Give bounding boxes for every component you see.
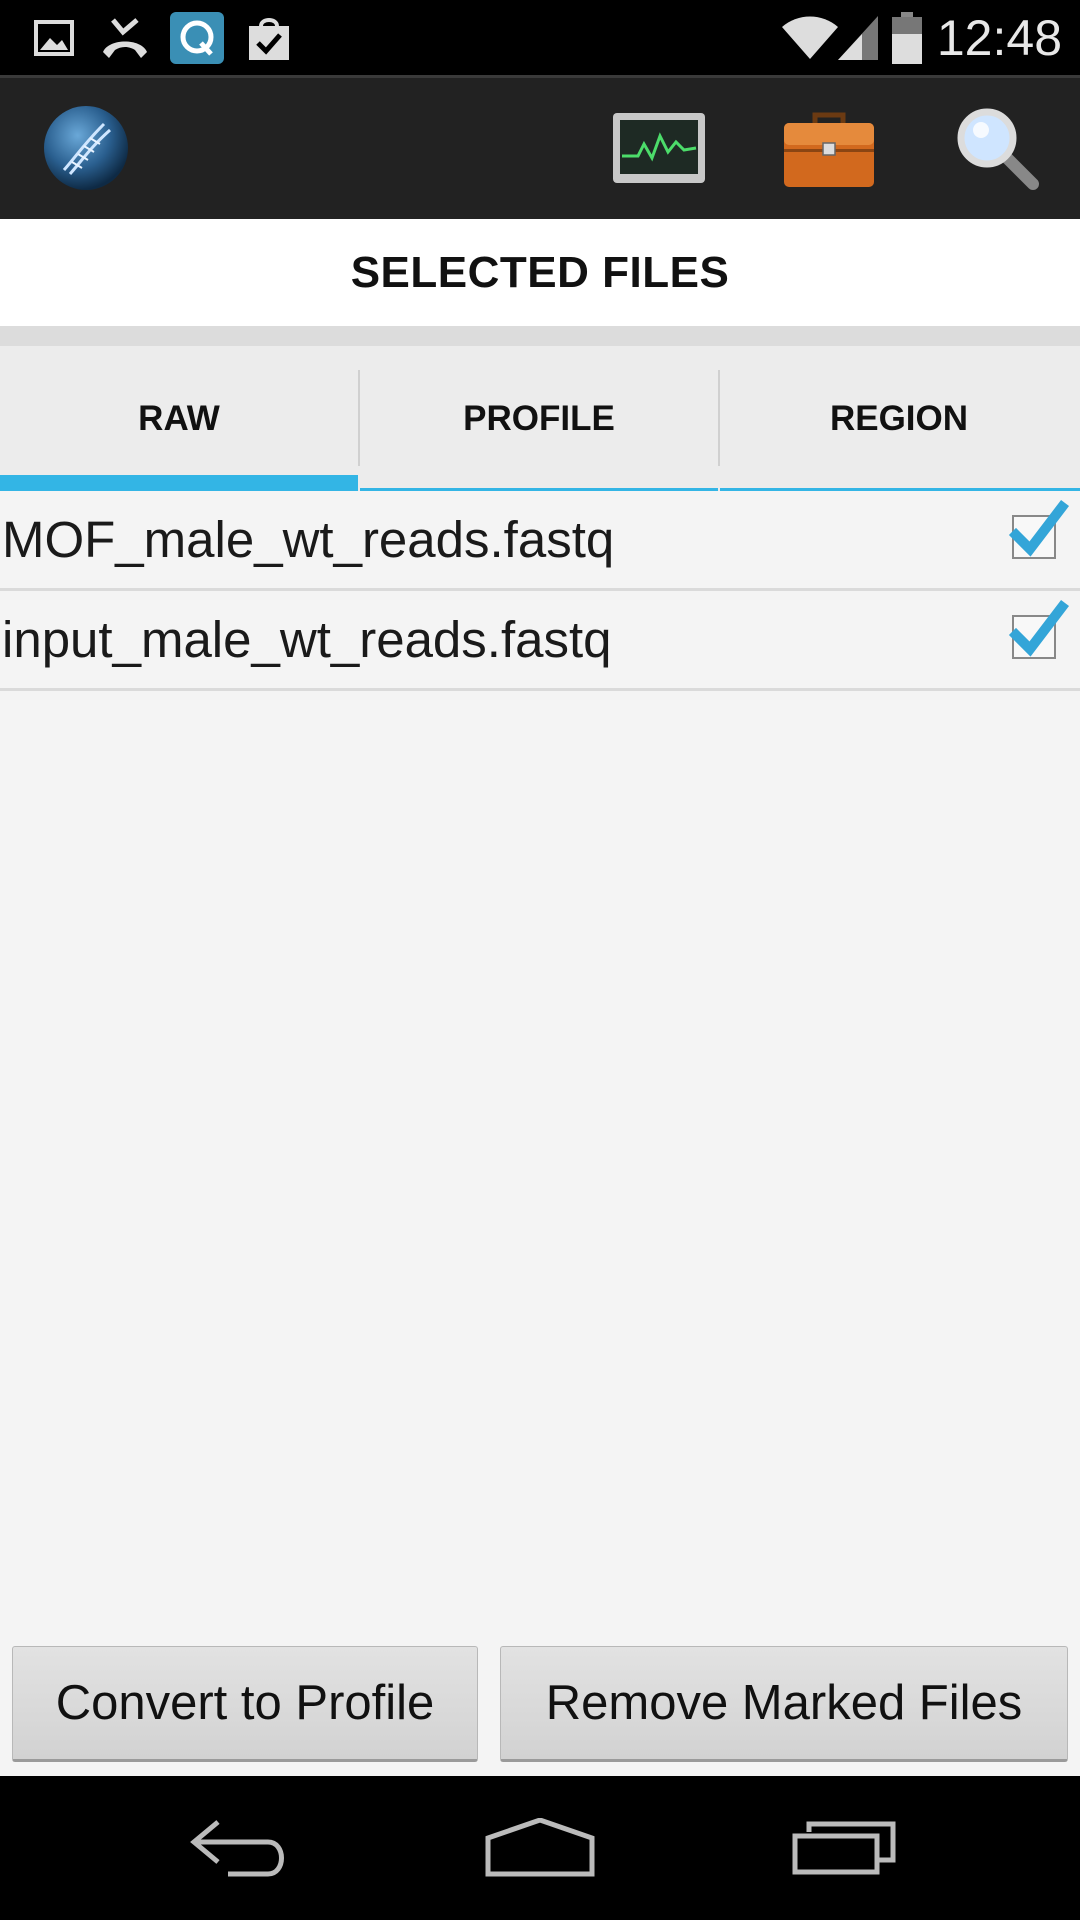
search-icon[interactable] — [942, 96, 1052, 200]
list-item[interactable]: input_male_wt_reads.fastq — [0, 591, 1080, 691]
tab-bar: RAW PROFILE REGION — [0, 346, 1080, 491]
page-title-bar: SELECTED FILES — [0, 219, 1080, 326]
dna-globe-icon[interactable] — [30, 96, 142, 200]
status-bar: 12:48 — [0, 0, 1080, 75]
list-item[interactable]: MOF_male_wt_reads.fastq — [0, 491, 1080, 591]
briefcase-icon[interactable] — [774, 94, 884, 202]
battery-icon — [890, 12, 924, 64]
shopping-bag-icon — [244, 12, 294, 64]
action-bar — [0, 75, 1080, 219]
recents-icon[interactable] — [744, 1776, 944, 1920]
page-title: SELECTED FILES — [350, 247, 730, 297]
file-checkbox[interactable] — [1008, 499, 1070, 559]
tab-label: PROFILE — [463, 398, 615, 438]
title-divider — [0, 326, 1080, 346]
convert-to-profile-button[interactable]: Convert to Profile — [12, 1646, 478, 1762]
missed-call-icon — [98, 12, 152, 64]
navigation-bar — [0, 1776, 1080, 1920]
file-name: input_male_wt_reads.fastq — [2, 611, 612, 668]
home-icon[interactable] — [440, 1776, 640, 1920]
button-bar: Convert to Profile Remove Marked Files — [0, 1632, 1080, 1776]
tab-profile[interactable]: PROFILE — [360, 346, 718, 491]
q-app-icon — [170, 12, 224, 64]
cell-signal-icon — [836, 12, 880, 64]
checkmark-icon — [1008, 499, 1070, 557]
tab-label: REGION — [829, 398, 969, 438]
tab-raw[interactable]: RAW — [0, 346, 358, 491]
tab-label: RAW — [138, 398, 220, 438]
back-icon[interactable] — [140, 1776, 340, 1920]
remove-marked-files-button[interactable]: Remove Marked Files — [500, 1646, 1068, 1762]
gallery-icon — [32, 12, 76, 64]
checkmark-icon — [1008, 599, 1070, 657]
clock: 12:48 — [936, 10, 1062, 66]
file-checkbox[interactable] — [1008, 599, 1070, 659]
file-name: MOF_male_wt_reads.fastq — [2, 511, 615, 568]
wifi-icon — [780, 12, 840, 64]
tab-indicator-active — [0, 475, 358, 491]
tab-region[interactable]: REGION — [720, 346, 1078, 491]
monitor-chart-icon[interactable] — [604, 96, 714, 200]
file-list: MOF_male_wt_reads.fastq input_male_wt_re… — [0, 491, 1080, 691]
